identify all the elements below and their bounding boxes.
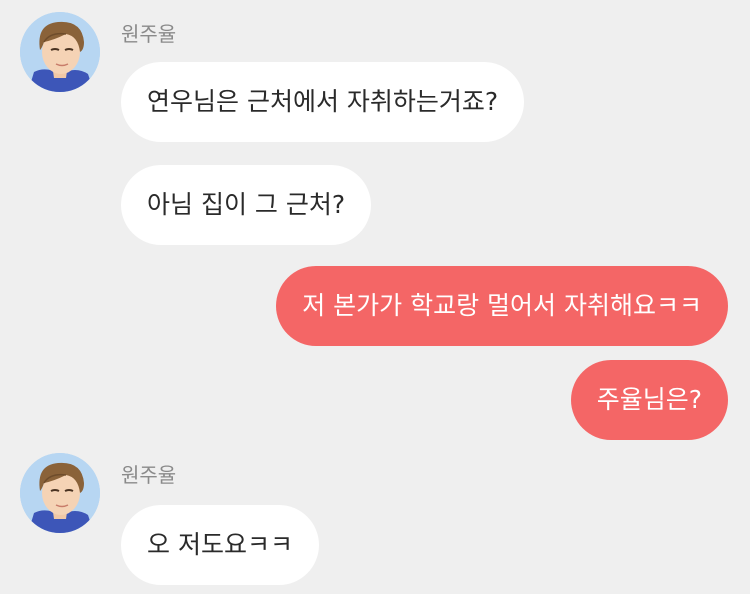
portrait-icon bbox=[20, 12, 100, 92]
sender-name: 원주율 bbox=[121, 463, 177, 487]
message-bubble[interactable]: 아님 집이 그 근처? bbox=[121, 165, 372, 245]
sender-name: 원주율 bbox=[121, 22, 177, 46]
message-bubble[interactable]: 연우님은 근처에서 자취하는거죠? bbox=[121, 62, 525, 142]
message-bubble[interactable]: 오 저도요ㅋㅋ bbox=[121, 505, 319, 585]
avatar-icon[interactable] bbox=[20, 12, 100, 92]
message-bubble[interactable]: 저 본가가 학교랑 멀어서 자취해요ㅋㅋ bbox=[276, 266, 728, 346]
portrait-icon bbox=[20, 453, 100, 533]
message-bubble[interactable]: 주율님은? bbox=[570, 360, 728, 440]
avatar-icon[interactable] bbox=[20, 453, 100, 533]
